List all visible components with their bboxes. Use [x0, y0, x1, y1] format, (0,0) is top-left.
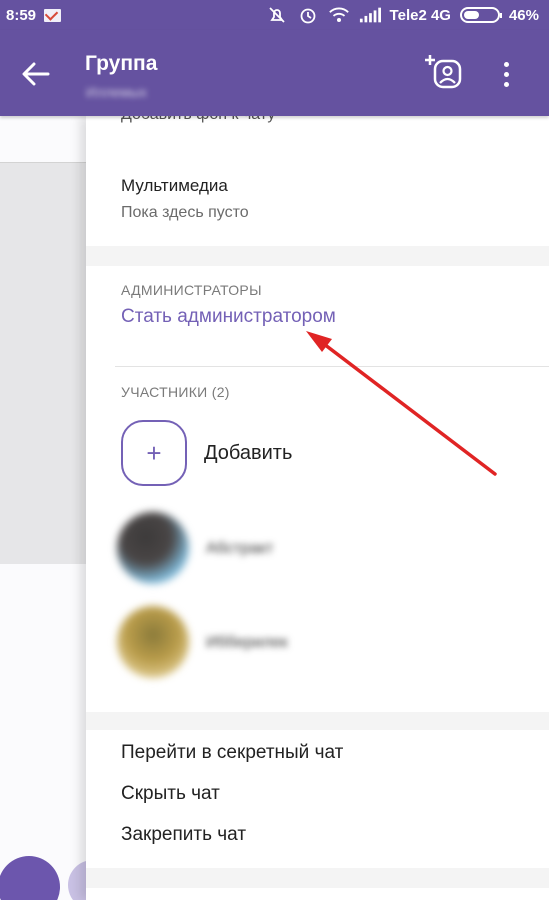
hide-chat-item[interactable]: Скрыть чат: [121, 783, 220, 805]
section-divider: [86, 868, 549, 888]
status-battery: 46%: [508, 6, 539, 24]
app-bar: Группа Иллемых: [0, 30, 549, 116]
section-divider: [86, 712, 549, 730]
pin-chat-item[interactable]: Закрепить чат: [121, 824, 246, 846]
plus-icon: +: [146, 437, 162, 468]
members-header: УЧАСТНИКИ (2): [121, 384, 230, 400]
chat-message-area: [0, 162, 86, 564]
back-button[interactable]: [18, 56, 54, 92]
battery-icon: [459, 7, 502, 23]
divider: [115, 366, 549, 367]
media-subtitle: Пока здесь пусто: [121, 204, 249, 221]
add-member-icon: [425, 55, 462, 89]
add-participant-label[interactable]: Добавить: [204, 442, 292, 465]
alarm-icon: [297, 6, 319, 24]
mail-icon: [44, 8, 62, 22]
chat-info-panel: Добавить фон к чату Мультимедиа Пока зде…: [86, 106, 549, 900]
admins-header: АДМИНИСТРАТОРЫ: [121, 282, 262, 298]
more-vert-icon: [503, 61, 509, 67]
page-title: Группа: [85, 52, 158, 75]
back-arrow-icon: [22, 62, 50, 86]
avatar[interactable]: [117, 606, 189, 678]
member-name[interactable]: Ибберилек: [206, 634, 288, 652]
add-member-button[interactable]: [422, 52, 464, 94]
more-menu-button[interactable]: [493, 56, 519, 92]
status-carrier: Tele2 4G: [389, 6, 451, 24]
wifi-icon: [328, 6, 350, 24]
status-right: Tele2 4G 46%: [266, 0, 539, 30]
add-participant-button[interactable]: +: [121, 420, 187, 486]
page-subtitle: Иллемых: [86, 84, 147, 100]
signal-icon: [359, 6, 381, 24]
become-admin-link[interactable]: Стать администратором: [121, 306, 336, 328]
chat-divider: [0, 162, 86, 163]
status-bar: 8:59 Tele2 4G 46%: [0, 0, 549, 30]
status-time: 8:59: [6, 6, 37, 24]
alarm-off-icon: [266, 6, 288, 24]
secret-chat-item[interactable]: Перейти в секретный чат: [121, 742, 343, 764]
section-divider: [86, 246, 549, 266]
chat-avatar: [0, 856, 60, 900]
member-name[interactable]: Абстракт: [206, 540, 273, 558]
chat-background: [0, 116, 118, 900]
media-title[interactable]: Мультимедиа: [121, 176, 228, 196]
avatar[interactable]: [117, 512, 189, 584]
